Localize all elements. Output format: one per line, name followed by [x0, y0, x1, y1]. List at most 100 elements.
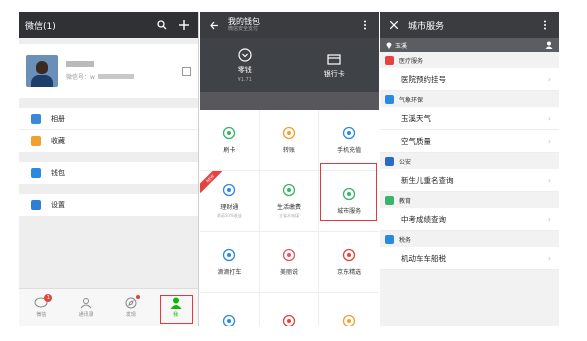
wallet-service-label: 转账	[282, 147, 295, 154]
new-dot	[135, 295, 140, 299]
user-icon	[545, 41, 553, 49]
more-icon[interactable]	[537, 17, 553, 33]
menu-item-favorites[interactable]: 收藏	[19, 130, 198, 152]
service-row[interactable]: 新生儿重名查询 ›	[380, 169, 559, 192]
bank-card[interactable]: 银行卡	[290, 38, 380, 92]
tab-discover[interactable]: 发现	[109, 289, 154, 326]
title-bar: 我的钱包 微信安全支付	[200, 12, 379, 38]
wallet-service-label: 滴滴打车	[217, 269, 242, 276]
section-title: 税务	[399, 236, 412, 244]
menu-item-label: 设置	[51, 201, 65, 209]
menu-item-album[interactable]: 相册	[19, 108, 198, 130]
wallet-service-subtitle: 立省水电煤	[278, 213, 299, 218]
wallet-service-label: 京东精选	[337, 269, 362, 276]
discover-icon	[124, 295, 140, 309]
wallet-service-jd[interactable]: 京东精选	[319, 232, 379, 293]
chat-icon: 1	[34, 294, 53, 309]
plus-icon[interactable]	[176, 17, 192, 33]
menu-item-label: 收藏	[51, 137, 65, 145]
scan-card-icon	[222, 126, 236, 140]
highlight-box	[320, 163, 377, 221]
avatar	[26, 55, 58, 87]
penguin-icon	[222, 314, 236, 326]
wallet-service-label: 刷卡	[223, 147, 236, 154]
contacts-icon	[79, 297, 93, 309]
wallet-service-meilishuo[interactable]: 美丽说	[259, 232, 320, 293]
chevron-right-icon: ›	[547, 214, 551, 224]
service-label: 中考成绩查询	[401, 214, 446, 224]
service-row[interactable]: 中考成绩查询 ›	[380, 208, 559, 231]
change-balance[interactable]: 零钱 ¥1.71	[200, 38, 290, 92]
ticket-icon	[282, 314, 296, 326]
wallet-screen: 我的钱包 微信安全支付 零钱 ¥1.71 银行卡 刷卡 转账 手机充值 NEW 理财通承…	[200, 12, 379, 326]
favorites-icon	[31, 136, 41, 146]
wallet-service-penguin[interactable]	[200, 293, 260, 326]
profile-card[interactable]: 微信号：w	[19, 44, 198, 98]
section-header: 教育	[380, 192, 559, 208]
change-amount: ¥1.71	[237, 76, 252, 83]
taxi-icon	[222, 248, 236, 262]
title-bar: 城市服务	[380, 12, 559, 38]
wallet-service-label: 生活缴费	[276, 204, 301, 211]
menu-item-wallet[interactable]: 钱包	[19, 162, 198, 184]
menu-item-settings[interactable]: 设置	[19, 194, 198, 216]
tab-label: 发现	[125, 312, 136, 318]
new-ribbon: NEW	[200, 171, 222, 193]
album-icon	[31, 113, 41, 124]
service-row[interactable]: 医院预约挂号 ›	[380, 68, 559, 91]
wallet-service-taxi[interactable]: 滴滴打车	[200, 232, 260, 293]
wallet-service-label: 美丽说	[279, 269, 298, 276]
back-arrow-icon[interactable]	[206, 17, 222, 33]
section-title: 气象环保	[399, 96, 424, 104]
service-row[interactable]: 机动车车船税 ›	[380, 247, 559, 270]
service-label: 玉溪天气	[401, 113, 431, 123]
settings-icon	[31, 200, 41, 210]
medical-icon	[385, 55, 394, 65]
service-row[interactable]: 玉溪天气 ›	[380, 107, 559, 130]
menu-group: 钱包	[19, 162, 198, 184]
wallet-icon	[31, 168, 41, 178]
chevron-right-icon: ›	[547, 136, 551, 146]
blurred-wechat-id	[97, 74, 134, 79]
search-icon[interactable]	[154, 17, 170, 33]
chevron-right-icon: ›	[547, 113, 551, 123]
menu-item-label: 相册	[51, 114, 65, 123]
wallet-service-ticket[interactable]	[260, 293, 320, 326]
section-title: 公安	[399, 158, 412, 166]
service-label: 空气质量	[401, 136, 431, 146]
wallet-service-transfer[interactable]: 转账	[259, 110, 320, 171]
highlight-box	[160, 295, 193, 324]
service-label: 新生儿重名查询	[401, 175, 454, 185]
bank-card-icon	[327, 53, 341, 65]
tab-contacts[interactable]: 通讯录	[64, 289, 109, 326]
service-row[interactable]: 空气质量 ›	[380, 130, 559, 153]
star-icon	[342, 314, 356, 326]
header-band	[200, 92, 379, 110]
wallet-service-scan-card[interactable]: 刷卡	[200, 110, 260, 171]
wallet-service-label: 理财通	[220, 204, 239, 211]
chevron-right-icon: ›	[547, 175, 551, 185]
tab-chats[interactable]: 1 微信	[19, 289, 64, 326]
location-bar[interactable]: 玉溪	[380, 38, 559, 52]
section-header: 医疗服务	[380, 52, 559, 68]
chevron-right-icon: ›	[547, 74, 551, 84]
wallet-service-phone-topup[interactable]: 手机充值	[319, 110, 379, 171]
qr-code-icon[interactable]	[182, 66, 191, 76]
jd-icon	[342, 248, 356, 262]
police-icon	[385, 156, 394, 166]
education-icon	[385, 195, 394, 205]
wallet-subtitle: 微信安全支付	[228, 25, 259, 32]
wechat-id-label: 微信号：w	[66, 74, 95, 81]
bank-card-label: 银行卡	[323, 69, 345, 78]
close-icon[interactable]	[386, 17, 402, 33]
menu-item-label: 钱包	[51, 169, 65, 177]
utilities-icon	[282, 183, 296, 197]
tax-icon	[385, 234, 394, 244]
wallet-service-star[interactable]	[319, 293, 379, 326]
section-header: 公安	[380, 153, 559, 169]
more-icon[interactable]	[357, 17, 373, 33]
section-header: 气象环保	[380, 91, 559, 107]
wallet-service-wealth[interactable]: NEW 理财通 承诺50%收益	[200, 171, 260, 232]
wallet-service-utilities[interactable]: 生活缴费 立省水电煤	[259, 171, 320, 232]
change-label: 零钱	[237, 65, 252, 74]
